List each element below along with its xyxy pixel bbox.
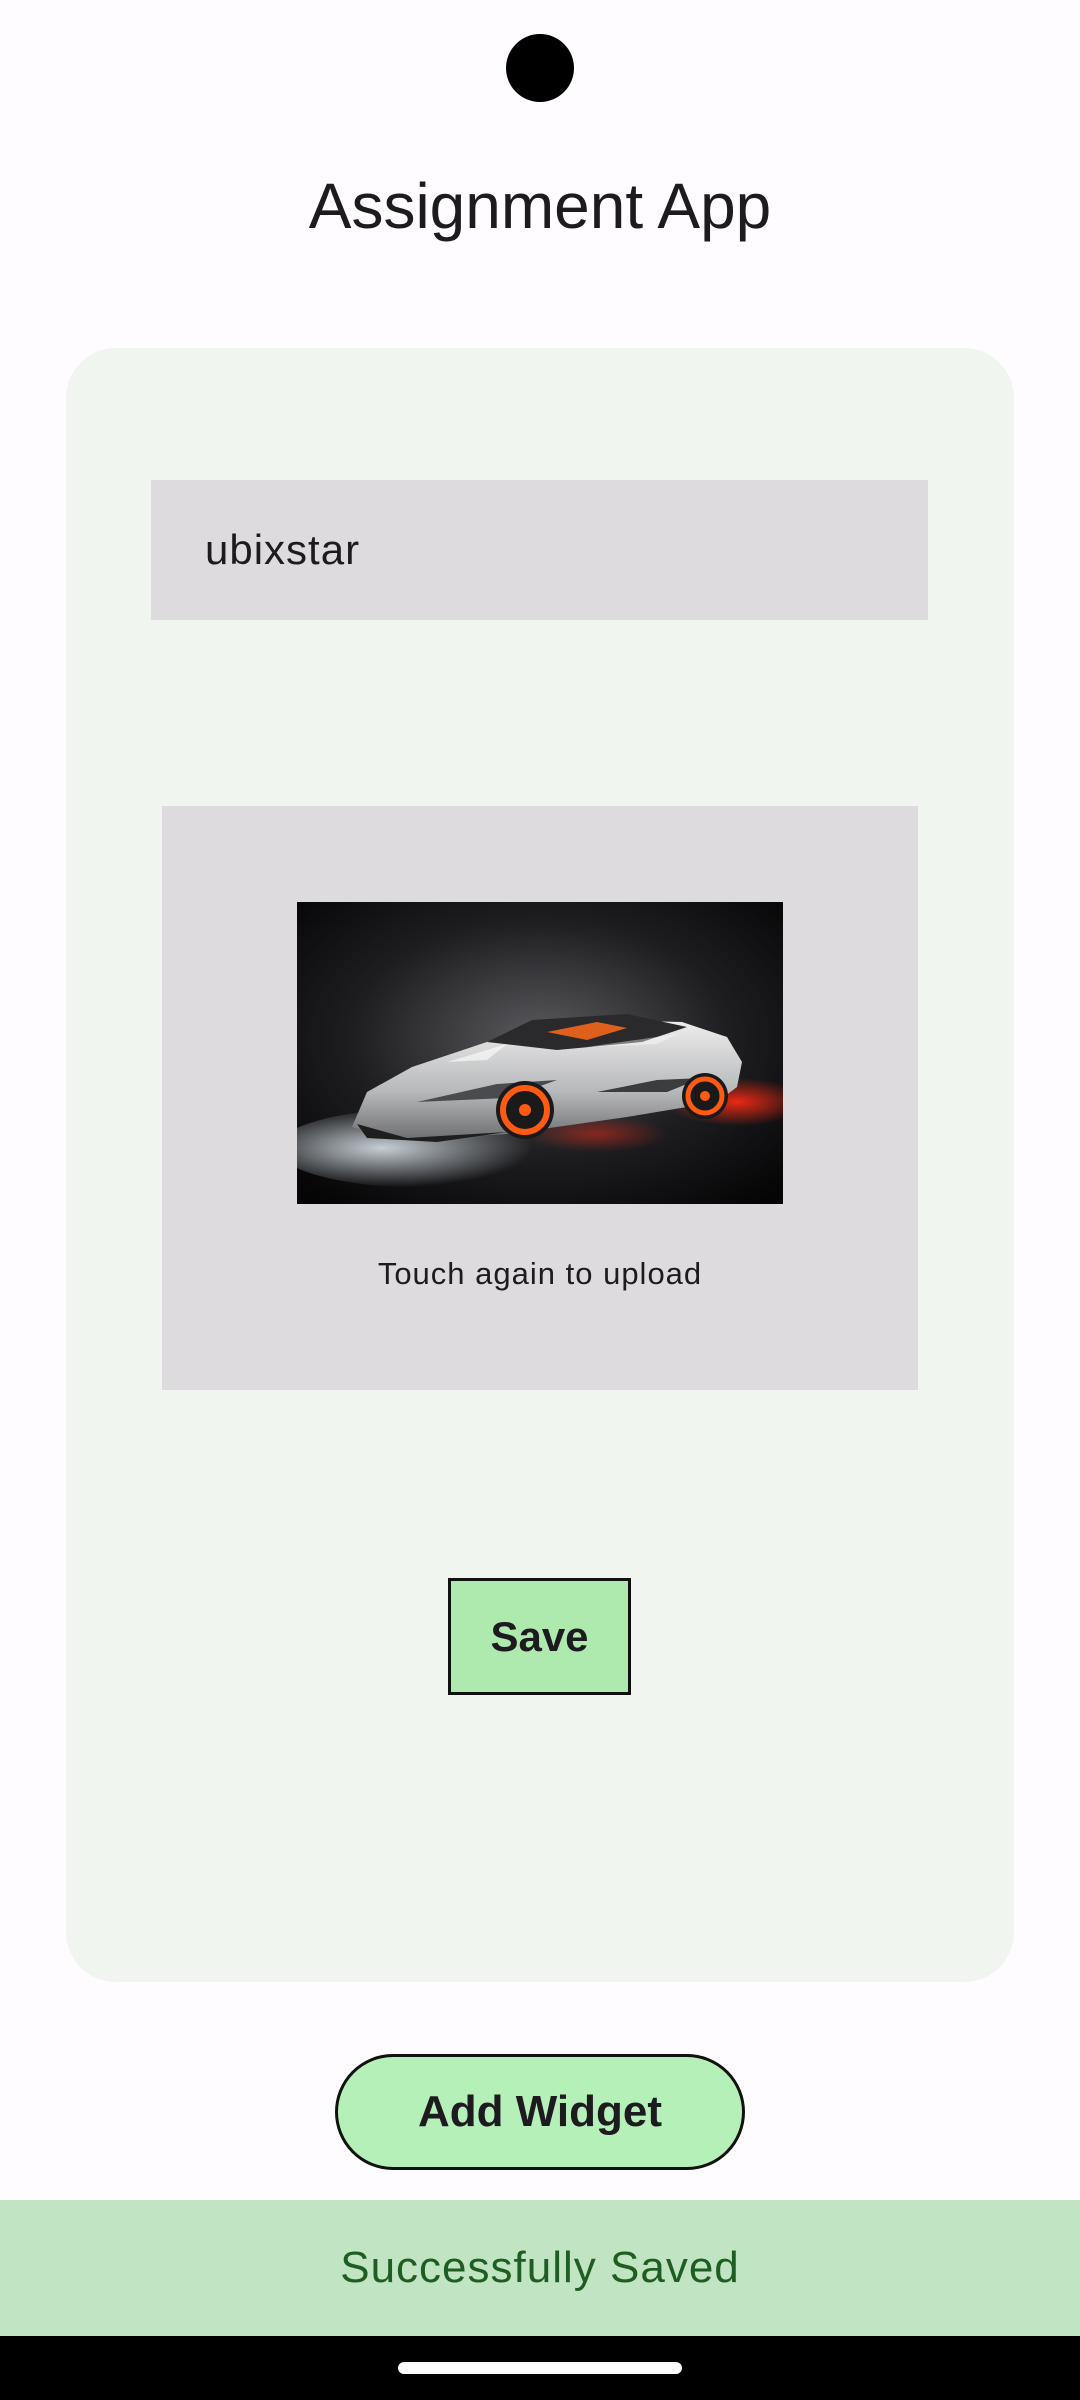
home-indicator[interactable]	[398, 2362, 682, 2374]
text-input-field[interactable]: ubixstar	[151, 480, 928, 620]
add-widget-button[interactable]: Add Widget	[335, 2054, 745, 2170]
success-snackbar: Successfully Saved	[0, 2200, 1080, 2336]
upload-hint-text: Touch again to upload	[377, 1256, 703, 1291]
app-title: Assignment App	[308, 170, 772, 242]
text-input-value: ubixstar	[205, 526, 361, 573]
uploaded-car-image[interactable]	[297, 902, 783, 1204]
camera-cutout	[506, 34, 574, 102]
save-button[interactable]: Save	[448, 1578, 631, 1695]
